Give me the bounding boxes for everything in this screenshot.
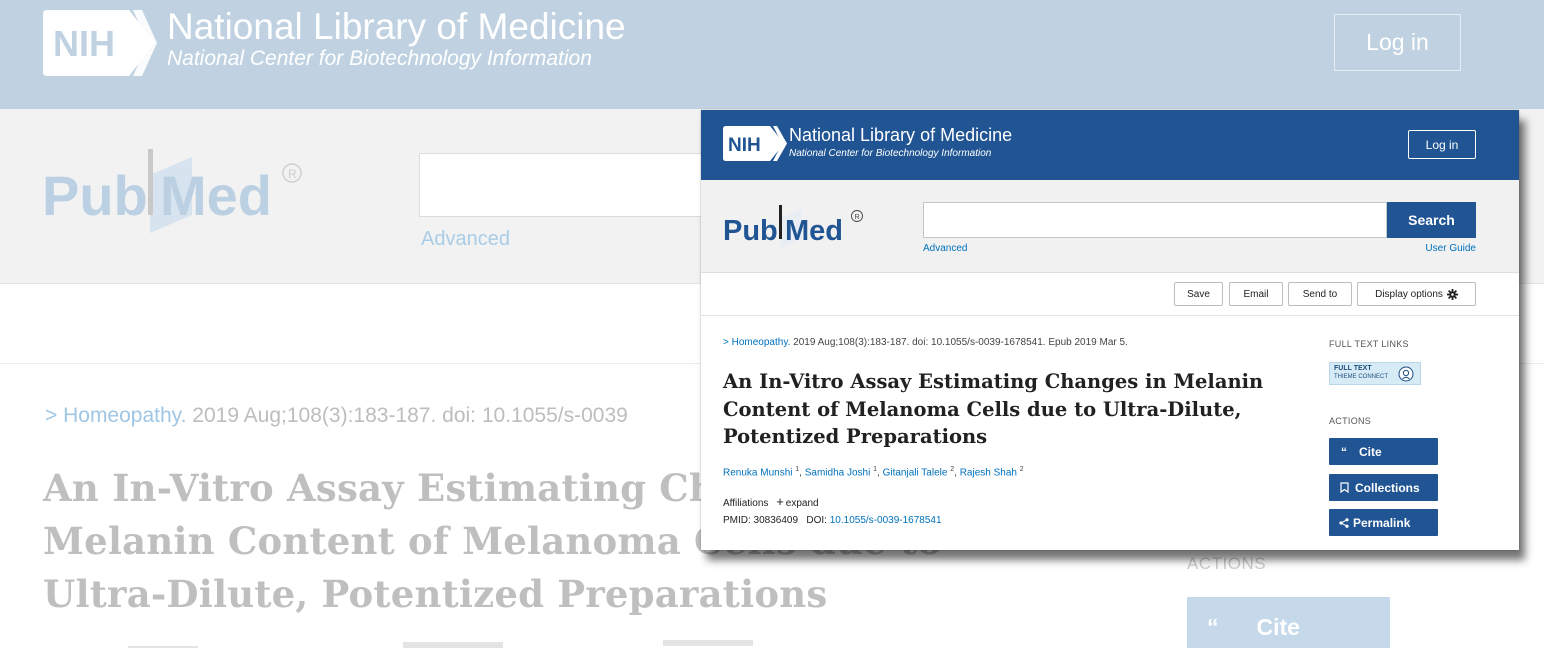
thieme-seal-icon <box>1398 366 1414 382</box>
author-link[interactable]: Rajesh Shah <box>960 467 1017 478</box>
article-title: An In-Vitro Assay Estimating Changes in … <box>723 370 1264 448</box>
display-options-label: Display options <box>1375 288 1443 300</box>
gear-icon <box>1446 288 1458 300</box>
pubmed-logo[interactable]: Pub Med R <box>723 202 868 250</box>
background-author-row-fragment <box>128 640 753 648</box>
affiliations-row: Affiliations + expand <box>723 494 819 509</box>
nih-logo: NIH <box>723 126 787 161</box>
search-input[interactable] <box>923 202 1387 238</box>
author-link[interactable]: Samidha Joshi <box>805 467 871 478</box>
badge-line-2: THIEME CONNECT <box>1334 374 1388 380</box>
advanced-search-link[interactable]: Advanced <box>923 243 967 254</box>
email-button-label: Email <box>1243 288 1269 300</box>
badge-line-1: FULL TEXT <box>1334 365 1372 372</box>
citation-details: 2019 Aug;108(3):183-187. doi: 10.1055/s-… <box>790 337 1128 348</box>
quote-icon: “ <box>1341 444 1347 459</box>
expand-affiliations-toggle[interactable]: expand <box>786 498 819 509</box>
svg-text:Pub: Pub <box>42 164 148 227</box>
display-options-button[interactable]: Display options <box>1357 282 1476 306</box>
background-cite-label: Cite <box>1256 613 1300 640</box>
background-citation: > Homeopathy. 2019 Aug;108(3):183-187. d… <box>45 404 628 428</box>
author-affiliation-ref[interactable]: 2 <box>1020 466 1024 473</box>
send-to-button-label: Send to <box>1302 288 1338 300</box>
collections-button[interactable]: Collections <box>1329 474 1438 501</box>
cite-button[interactable]: “ Cite <box>1329 438 1438 465</box>
article-citation: > Homeopathy. 2019 Aug;108(3):183-187. d… <box>723 337 1128 348</box>
quote-icon: “ <box>1207 613 1219 640</box>
background-citation-text: 2019 Aug;108(3):183-187. doi: 10.1055/s-… <box>186 404 628 427</box>
permalink-label: Permalink <box>1353 515 1411 530</box>
svg-text:Pub: Pub <box>723 215 778 247</box>
thieme-full-text-link[interactable]: FULL TEXT THIEME CONNECT <box>1329 362 1421 385</box>
login-button[interactable]: Log in <box>1408 130 1476 159</box>
article-identifiers: PMID: 30836409 DOI: 10.1055/s-0039-16785… <box>723 515 942 526</box>
background-journal-link[interactable]: > Homeopathy. <box>45 404 186 427</box>
svg-text:R: R <box>855 214 860 221</box>
doi-link[interactable]: 10.1055/s-0039-1678541 <box>830 515 942 526</box>
background-login-button[interactable]: Log in <box>1334 14 1461 71</box>
plus-icon[interactable]: + <box>776 494 784 509</box>
collections-label: Collections <box>1355 480 1420 495</box>
journal-link[interactable]: > Homeopathy. <box>723 337 790 348</box>
email-button[interactable]: Email <box>1229 282 1283 306</box>
svg-text:NIH: NIH <box>53 23 115 64</box>
background-nih-logo: NIH <box>43 10 157 76</box>
user-guide-link[interactable]: User Guide <box>1406 243 1476 254</box>
screenshot-stage: NIH National Library of Medicine Nationa… <box>0 0 1544 648</box>
pmid: PMID: 30836409 <box>723 515 799 526</box>
background-actions-label: ACTIONS <box>1187 554 1267 573</box>
svg-text:R: R <box>288 167 297 181</box>
background-site-title: National Library of Medicine <box>167 6 626 47</box>
permalink-button[interactable]: Permalink <box>1329 509 1438 536</box>
search-button[interactable]: Search <box>1387 202 1476 238</box>
background-pubmed-logo: Pub Med R <box>42 149 302 233</box>
cite-label: Cite <box>1359 444 1382 459</box>
pubmed-window: NIH National Library of Medicine Nationa… <box>701 110 1519 550</box>
full-text-links-label: FULL TEXT LINKS <box>1329 339 1409 349</box>
author-link[interactable]: Gitanjali Talele <box>883 467 948 478</box>
svg-text:Med: Med <box>160 164 272 227</box>
author-list: Renuka Munshi 1, Samidha Joshi 1, Gitanj… <box>723 466 1024 479</box>
svg-text:Med: Med <box>785 215 843 247</box>
doi-label: DOI: <box>806 515 827 526</box>
affiliations-label: Affiliations <box>723 498 769 509</box>
background-advanced-link[interactable]: Advanced <box>421 228 510 251</box>
background-site-subtitle: National Center for Biotechnology Inform… <box>167 47 592 70</box>
save-button[interactable]: Save <box>1174 282 1223 306</box>
background-search-input[interactable] <box>419 153 719 217</box>
save-button-label: Save <box>1187 288 1210 300</box>
send-to-button[interactable]: Send to <box>1288 282 1352 306</box>
background-cite-button[interactable]: “ Cite <box>1187 597 1390 648</box>
author-link[interactable]: Renuka Munshi <box>723 467 792 478</box>
site-subtitle: National Center for Biotechnology Inform… <box>789 148 992 159</box>
svg-text:NIH: NIH <box>728 135 761 156</box>
actions-label: ACTIONS <box>1329 416 1372 426</box>
site-title: National Library of Medicine <box>789 125 1013 145</box>
